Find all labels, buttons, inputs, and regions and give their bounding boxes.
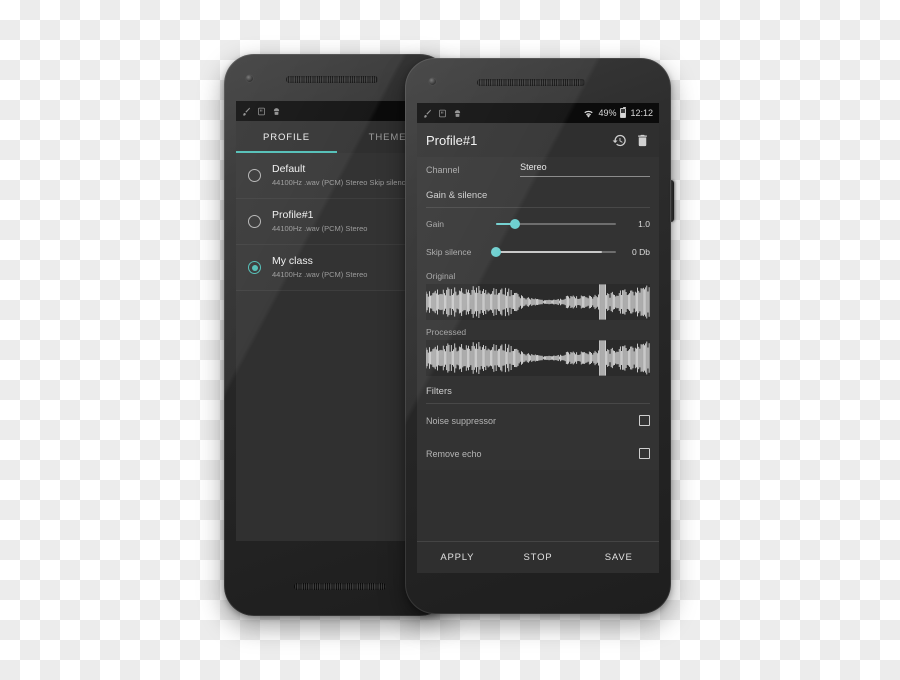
android-icon: [454, 109, 461, 117]
save-button[interactable]: SAVE: [578, 552, 659, 563]
wifi-icon: [584, 110, 594, 118]
stop-button[interactable]: STOP: [498, 552, 579, 563]
profile-text-block: Profile#1 44100Hz .wav (PCM) Stereo: [272, 209, 367, 234]
processed-waveform: [426, 340, 650, 376]
bottom-speaker-grille: [294, 583, 386, 590]
gain-label: Gain: [426, 219, 444, 229]
profile-meta: 44100Hz .wav (PCM) Stereo: [272, 224, 368, 234]
front-camera-icon: [246, 75, 253, 82]
battery-icon: [620, 106, 627, 118]
remove-echo-checkbox[interactable]: [639, 448, 650, 459]
power-button[interactable]: [670, 180, 674, 222]
gain-slider[interactable]: [496, 217, 616, 231]
noise-suppressor-checkbox[interactable]: [639, 415, 650, 426]
profile-meta: 44100Hz .wav (PCM) Stereo Skip silence: [272, 178, 410, 188]
skip-silence-slider-thumb[interactable]: [491, 247, 501, 257]
gain-slider-row: Gain 1.0: [426, 208, 650, 236]
tab-profile[interactable]: PROFILE: [236, 121, 337, 153]
processed-waveform-label: Processed: [426, 327, 467, 337]
clock-label: 12:12: [630, 108, 653, 118]
tab-theme-label: THEME: [368, 131, 407, 143]
action-bar: APPLY STOP SAVE: [417, 541, 659, 573]
channel-row[interactable]: Channel Stereo: [426, 157, 650, 180]
skip-silence-value: 0 Db: [632, 247, 650, 257]
gain-section-title: Gain & silence: [426, 190, 650, 208]
battery-percent-label: 49%: [598, 108, 617, 118]
history-restore-icon[interactable]: [612, 133, 627, 148]
skip-silence-label: Skip silence: [426, 247, 472, 257]
profile-text-block: My class 44100Hz .wav (PCM) Stereo: [272, 255, 367, 280]
settings-content: Channel Stereo Gain & silence Gain 1.0 S…: [417, 157, 659, 470]
earpiece-speaker-grille: [477, 79, 585, 86]
skip-silence-slider-fill: [496, 251, 602, 253]
skip-silence-slider[interactable]: [491, 245, 616, 259]
original-waveform: [426, 284, 650, 320]
profile-text-block: Default 44100Hz .wav (PCM) Stereo Skip s…: [272, 163, 410, 188]
save-button-label: SAVE: [604, 552, 633, 563]
radio-button-profile1[interactable]: [248, 215, 261, 228]
gain-slider-thumb[interactable]: [510, 219, 521, 229]
filters-section-title: Filters: [426, 386, 650, 404]
radio-button-my-class[interactable]: [248, 261, 261, 274]
right-status-bar: 49% 12:12: [417, 103, 659, 123]
gain-value: 1.0: [638, 219, 650, 229]
tab-profile-label: PROFILE: [263, 131, 310, 143]
profile-name: Profile#1: [272, 209, 314, 222]
noise-suppressor-label: Noise suppressor: [426, 415, 497, 426]
apply-button-label: APPLY: [440, 552, 475, 563]
profile-meta: 44100Hz .wav (PCM) Stereo: [272, 270, 368, 280]
right-phone-screen: 49% 12:12 Profile#1 Channel Stereo Gain …: [417, 103, 659, 573]
channel-label: Channel: [426, 164, 460, 175]
sd-card-icon: [439, 109, 446, 117]
brush-icon: [242, 107, 250, 116]
right-status-icons: [423, 109, 462, 118]
front-camera-icon: [429, 78, 436, 85]
apply-button[interactable]: APPLY: [417, 552, 498, 563]
app-bar: Profile#1: [417, 123, 659, 157]
filter-row-remove-echo[interactable]: Remove echo: [426, 437, 650, 470]
filters-section: Filters Noise suppressor Remove echo: [426, 386, 650, 470]
brush-icon: [423, 109, 431, 118]
original-waveform-label: Original: [426, 271, 456, 281]
channel-dropdown[interactable]: Stereo: [520, 162, 650, 177]
earpiece-speaker-grille: [286, 76, 378, 83]
profile-name: Default: [272, 163, 306, 176]
delete-trash-icon[interactable]: [635, 133, 650, 148]
gain-silence-section: Gain & silence Gain 1.0 Skip silence 0 D…: [426, 190, 650, 264]
android-icon: [273, 107, 280, 115]
remove-echo-label: Remove echo: [426, 448, 482, 459]
radio-button-default[interactable]: [248, 169, 261, 182]
sd-card-icon: [258, 107, 265, 115]
filter-row-noise-suppressor[interactable]: Noise suppressor: [426, 404, 650, 437]
stop-button-label: STOP: [523, 552, 553, 563]
page-title: Profile#1: [426, 132, 478, 148]
right-phone-device: 49% 12:12 Profile#1 Channel Stereo Gain …: [405, 58, 674, 614]
left-status-icons: [242, 107, 281, 116]
status-right-cluster: 49% 12:12: [583, 106, 653, 119]
profile-name: My class: [272, 255, 313, 268]
skip-silence-slider-row: Skip silence 0 Db: [426, 236, 650, 264]
